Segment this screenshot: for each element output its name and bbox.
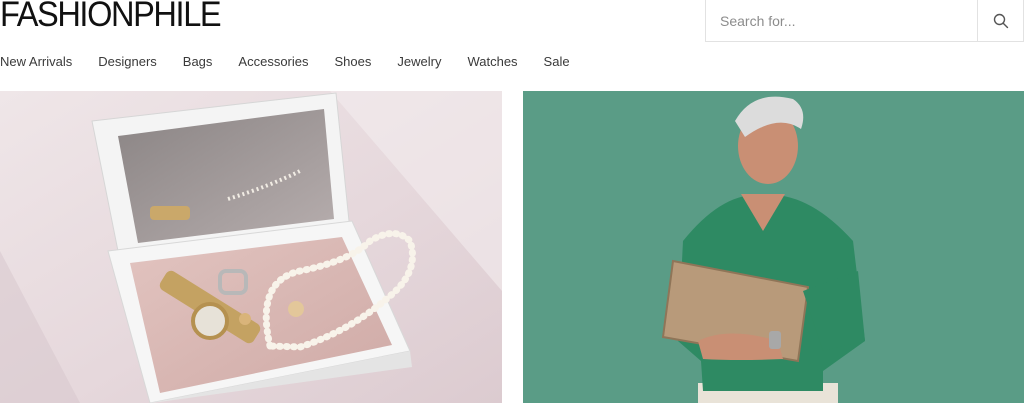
brand-logo[interactable]: FASHIONPHILE xyxy=(0,0,222,35)
search-bar xyxy=(705,0,1024,42)
nav-item-sale[interactable]: Sale xyxy=(544,53,570,73)
nav-item-designers[interactable]: Designers xyxy=(98,53,157,73)
main-nav: New Arrivals Designers Bags Accessories … xyxy=(0,53,596,73)
hero-jewelry-image[interactable] xyxy=(0,91,502,403)
hero-man-with-clutch-image[interactable] xyxy=(523,91,1024,403)
nav-item-watches[interactable]: Watches xyxy=(467,53,517,73)
nav-item-new-arrivals[interactable]: New Arrivals xyxy=(0,53,72,73)
nav-item-bags[interactable]: Bags xyxy=(183,53,213,73)
nav-item-accessories[interactable]: Accessories xyxy=(238,53,308,73)
search-input[interactable] xyxy=(706,0,979,41)
search-icon xyxy=(993,13,1008,28)
nav-item-jewelry[interactable]: Jewelry xyxy=(397,53,441,73)
nav-item-shoes[interactable]: Shoes xyxy=(335,53,372,73)
search-button[interactable] xyxy=(977,0,1023,41)
